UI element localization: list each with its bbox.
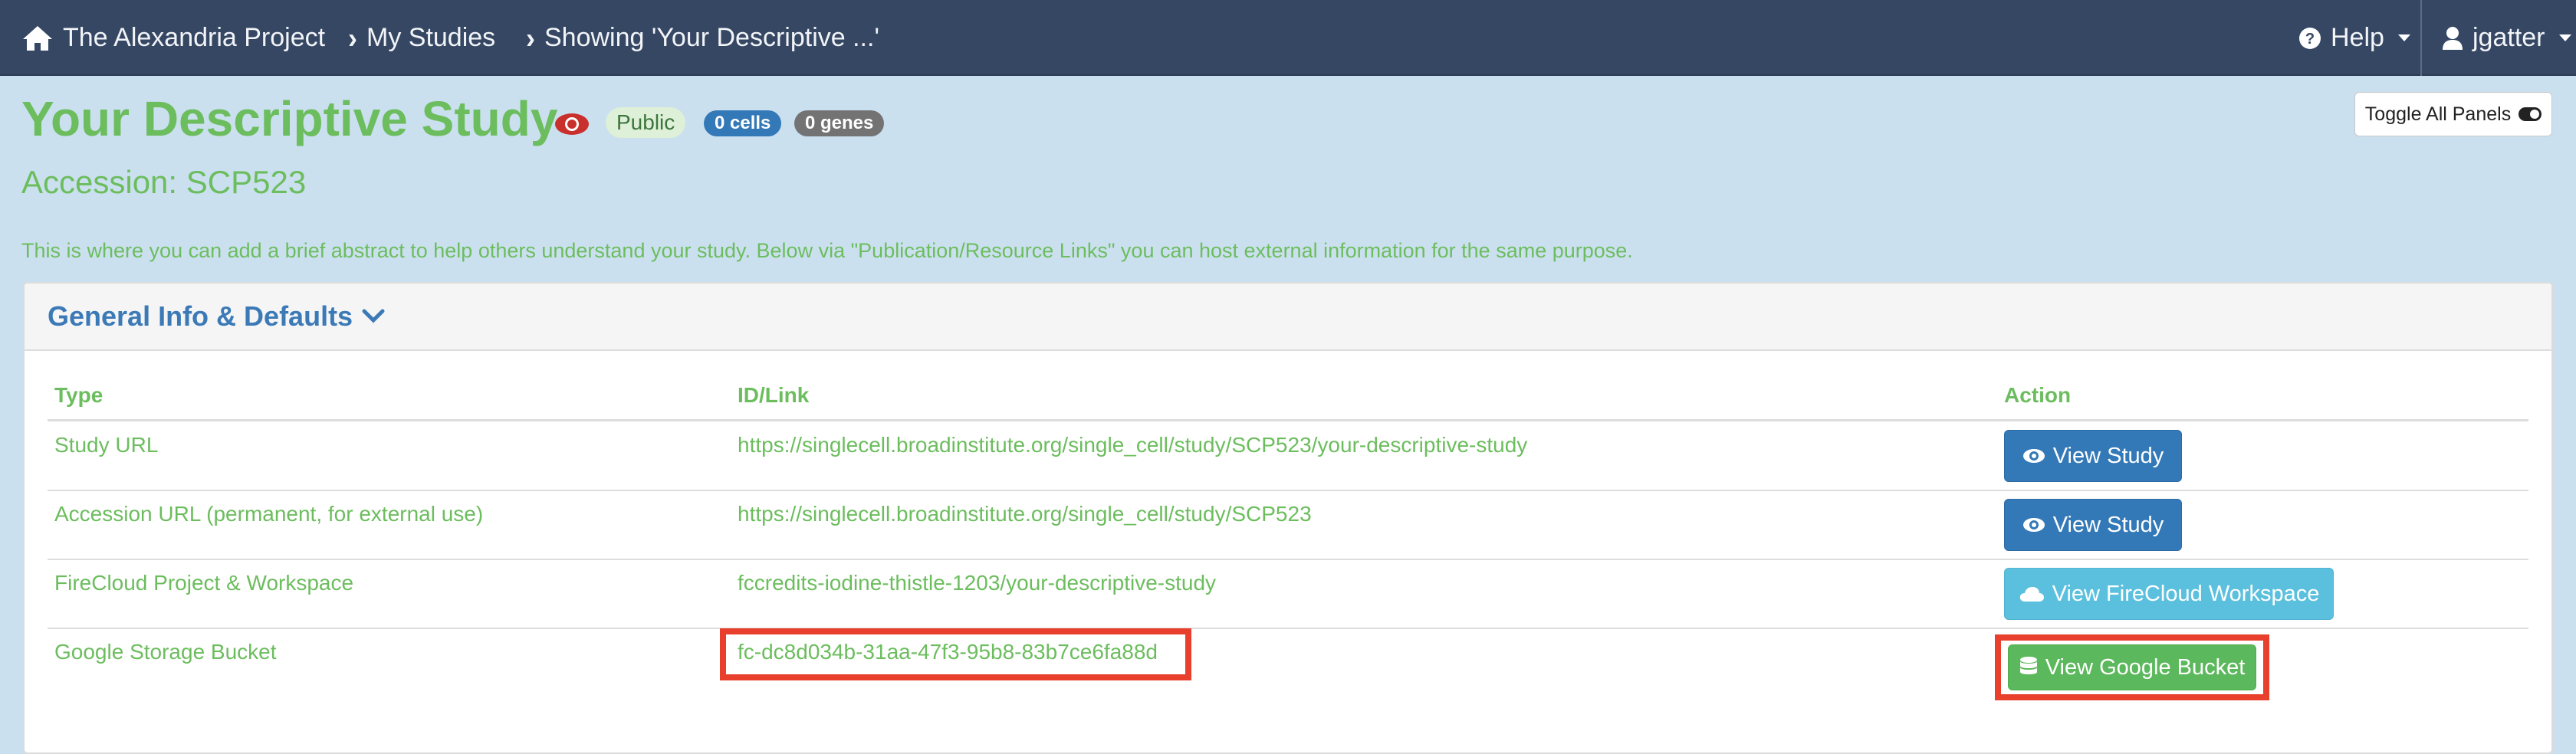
top-navbar: The Alexandria Project › My Studies › Sh…: [0, 0, 2576, 76]
user-label: jgatter: [2472, 23, 2545, 52]
current-study-breadcrumb[interactable]: › Showing 'Your Descriptive ...': [526, 0, 879, 76]
panel-title-label: General Info & Defaults: [48, 300, 353, 332]
view-google-bucket-label: View Google Bucket: [2045, 654, 2246, 680]
brand-link[interactable]: The Alexandria Project: [21, 0, 325, 76]
chevron-down-icon: [362, 309, 385, 323]
home-icon: [23, 25, 52, 51]
row-link-firecloud: fccredits-iodine-thistle-1203/your-descr…: [738, 571, 1217, 595]
eye-icon: [2022, 449, 2045, 463]
chevron-right-icon: ›: [348, 21, 357, 54]
row-type-firecloud: FireCloud Project & Workspace: [54, 571, 354, 595]
chevron-right-icon: ›: [526, 21, 535, 54]
view-study-button[interactable]: View Study: [2004, 430, 2182, 482]
view-study-permanent-button[interactable]: View Study: [2004, 499, 2182, 551]
eye-icon: [555, 113, 589, 135]
user-icon: [2443, 26, 2463, 50]
column-header-action: Action: [2004, 383, 2072, 407]
my-studies-label: My Studies: [366, 23, 496, 52]
panel-title[interactable]: General Info & Defaults: [48, 300, 385, 333]
view-firecloud-workspace-button[interactable]: View FireCloud Workspace: [2004, 568, 2334, 620]
help-menu[interactable]: ? Help: [2298, 0, 2410, 76]
row-link-study-url[interactable]: https://singlecell.broadinstitute.org/si…: [738, 433, 1527, 457]
visibility-badge: Public: [606, 107, 686, 138]
view-firecloud-workspace-label: View FireCloud Workspace: [2052, 581, 2320, 606]
view-google-bucket-button[interactable]: View Google Bucket: [2008, 644, 2256, 690]
panel-heading[interactable]: General Info & Defaults: [25, 284, 2551, 351]
eye-icon: [2022, 518, 2045, 532]
row-divider: [48, 490, 2528, 491]
current-study-label: Showing 'Your Descriptive ...': [544, 23, 879, 52]
view-study-label: View Study: [2052, 443, 2164, 468]
page-title: Your Descriptive Study: [21, 91, 558, 146]
svg-text:?: ?: [2305, 31, 2315, 48]
toggle-all-panels-label: Toggle All Panels: [2364, 103, 2512, 125]
study-abstract: This is where you can add a brief abstra…: [21, 239, 1633, 262]
column-header-link: ID/Link: [738, 383, 810, 407]
genes-count-badge: 0 genes: [794, 110, 885, 136]
row-link-accession-url[interactable]: https://singlecell.broadinstitute.org/si…: [738, 502, 1312, 526]
toggle-icon: [2518, 107, 2542, 121]
toggle-all-panels-button[interactable]: Toggle All Panels: [2354, 92, 2552, 136]
row-type-accession-url: Accession URL (permanent, for external u…: [54, 502, 484, 526]
database-icon: [2019, 657, 2037, 674]
row-link-storage-bucket: fc-dc8d034b-31aa-47f3-95b8-83b7ce6fa88d: [738, 640, 1158, 664]
header-divider: [48, 419, 2528, 421]
row-divider: [48, 559, 2528, 560]
accession-label: Accession: SCP523: [21, 164, 307, 200]
cells-count-badge: 0 cells: [704, 110, 782, 136]
caret-down-icon: [2397, 34, 2410, 41]
user-menu[interactable]: jgatter: [2442, 0, 2571, 76]
column-header-type: Type: [54, 383, 104, 407]
my-studies-link[interactable]: › My Studies: [348, 0, 495, 76]
row-type-storage-bucket: Google Storage Bucket: [54, 640, 277, 664]
view-study-permanent-label: View Study: [2052, 512, 2164, 537]
row-divider: [48, 628, 2528, 629]
row-type-study-url: Study URL: [54, 433, 159, 457]
question-circle-icon: ?: [2299, 27, 2321, 49]
caret-down-icon: [2558, 34, 2571, 41]
nav-divider: [2420, 0, 2422, 76]
brand-label: The Alexandria Project: [63, 23, 326, 52]
help-label: Help: [2331, 23, 2384, 52]
cloud-icon: [2019, 587, 2044, 602]
